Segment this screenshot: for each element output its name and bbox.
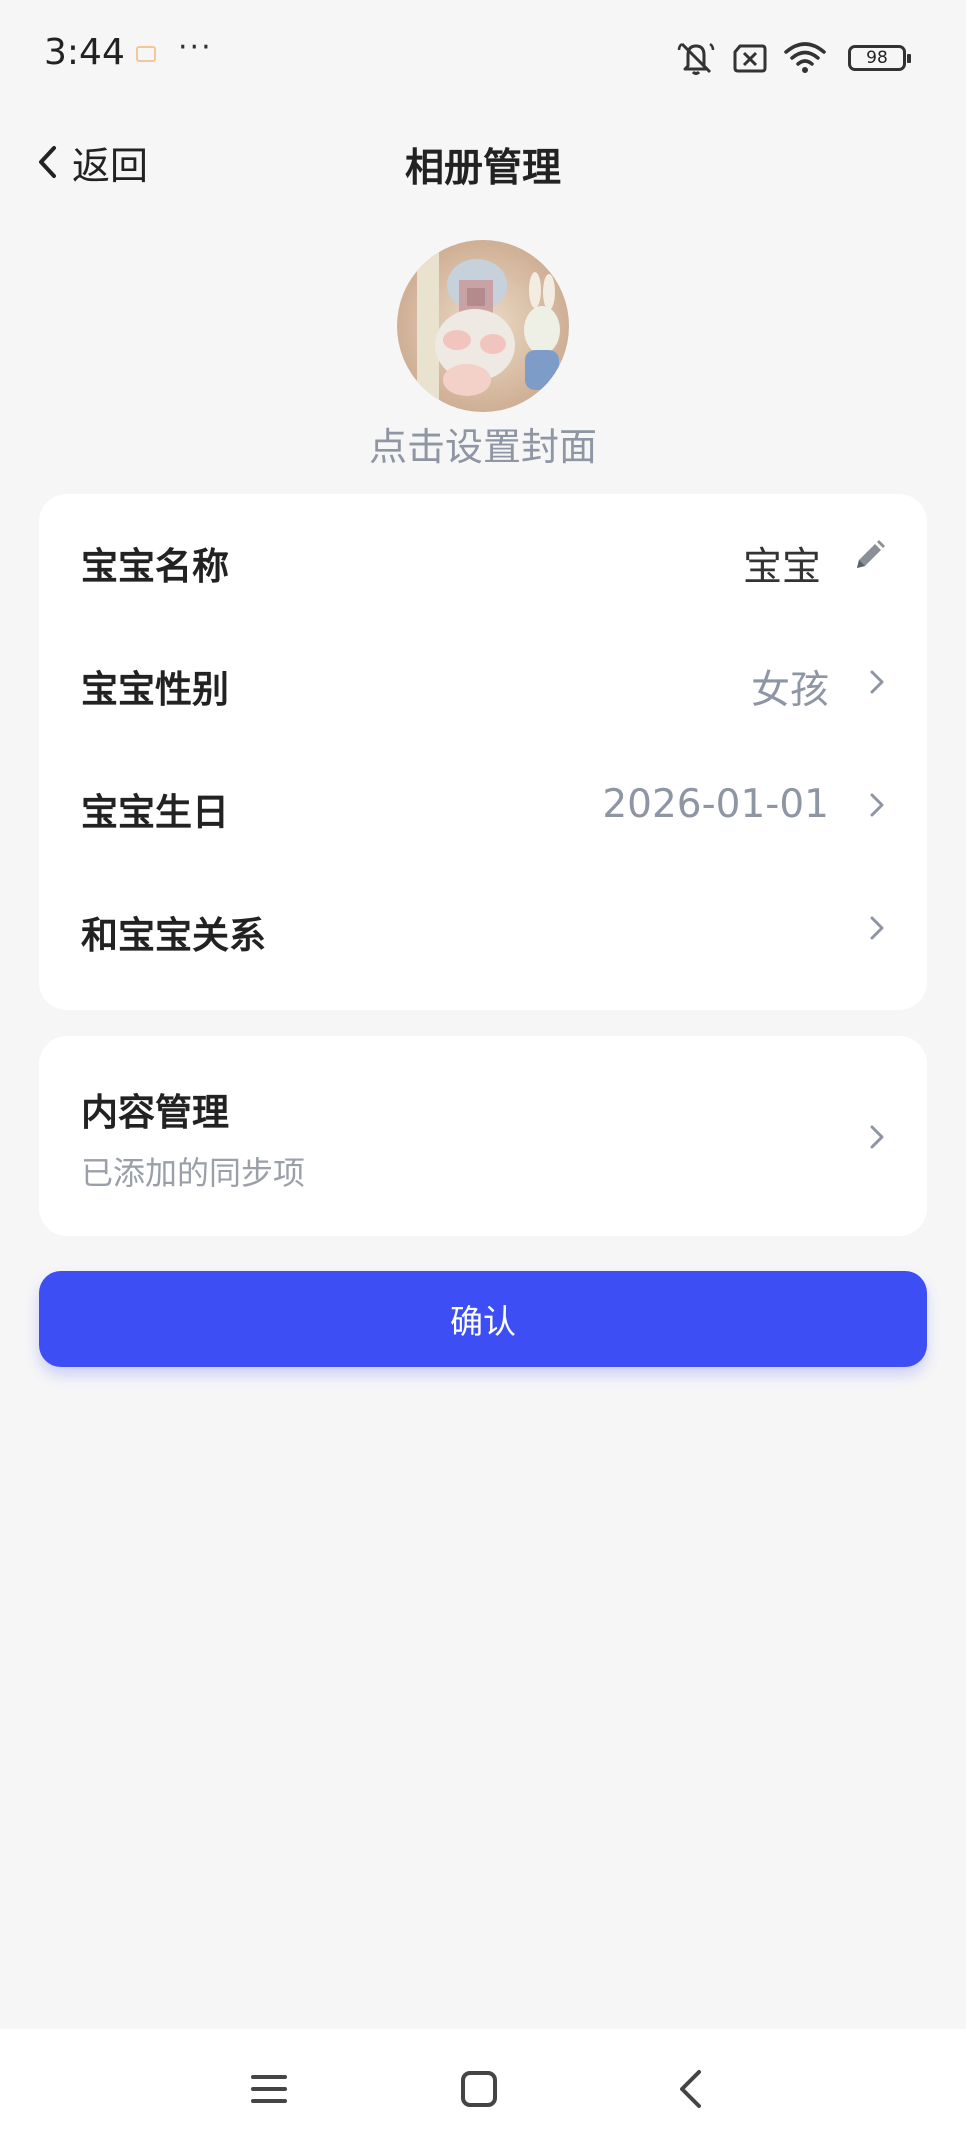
row-label: 宝宝性别 <box>81 668 229 711</box>
more-notifications-icon: ··· <box>178 30 213 65</box>
chevron-right-icon <box>870 916 884 940</box>
home-nav-button[interactable] <box>449 2059 509 2119</box>
row-baby-birthday[interactable]: 宝宝生日 2026-01-01 <box>39 744 927 868</box>
battery-icon: 98 <box>848 45 911 71</box>
home-square-icon <box>461 2071 497 2107</box>
row-baby-name[interactable]: 宝宝名称 宝宝 <box>39 498 927 622</box>
chevron-right-icon <box>870 1125 884 1149</box>
app-notification-icon <box>136 46 156 62</box>
menu-icon <box>251 2075 287 2103</box>
back-triangle-icon <box>680 2070 701 2108</box>
baby-info-card: 宝宝名称 宝宝 宝宝性别 女孩 宝宝生日 2026-01-01 和宝宝关系 <box>39 494 927 1010</box>
status-icons: 98 <box>676 38 911 78</box>
set-cover-hint[interactable]: 点击设置封面 <box>0 416 966 471</box>
page-title: 相册管理 <box>404 146 561 191</box>
baby-photo <box>397 240 569 412</box>
row-relationship[interactable]: 和宝宝关系 <box>39 867 927 991</box>
row-label: 宝宝名称 <box>81 545 229 588</box>
wifi-icon <box>784 42 826 73</box>
battery-level: 98 <box>866 48 888 68</box>
row-baby-gender[interactable]: 宝宝性别 女孩 <box>39 621 927 745</box>
content-management-card[interactable]: 内容管理 已添加的同步项 <box>39 1036 927 1236</box>
row-label: 宝宝生日 <box>81 791 229 834</box>
baby-name-value: 宝宝 <box>742 545 821 590</box>
baby-birthday-value: 2026-01-01 <box>602 782 829 827</box>
chevron-right-icon <box>870 793 884 817</box>
back-nav-button[interactable] <box>660 2059 720 2119</box>
pencil-icon[interactable] <box>851 538 887 574</box>
confirm-button[interactable]: 确认 <box>39 1271 927 1367</box>
content-management-subtitle: 已添加的同步项 <box>81 1154 306 1192</box>
system-nav-bar <box>0 2029 966 2146</box>
mute-icon <box>677 42 715 75</box>
content-management-title: 内容管理 <box>81 1091 229 1134</box>
row-label: 和宝宝关系 <box>81 914 266 957</box>
menu-nav-button[interactable] <box>239 2059 299 2119</box>
sim-off-icon <box>733 44 767 73</box>
album-cover-image[interactable] <box>397 240 569 412</box>
chevron-right-icon <box>870 670 884 694</box>
nav-header: 返回 相册管理 <box>0 115 966 210</box>
status-bar: 3:44 ··· 98 <box>0 0 966 115</box>
baby-gender-value: 女孩 <box>750 668 829 713</box>
status-time: 3:44 <box>44 32 125 73</box>
